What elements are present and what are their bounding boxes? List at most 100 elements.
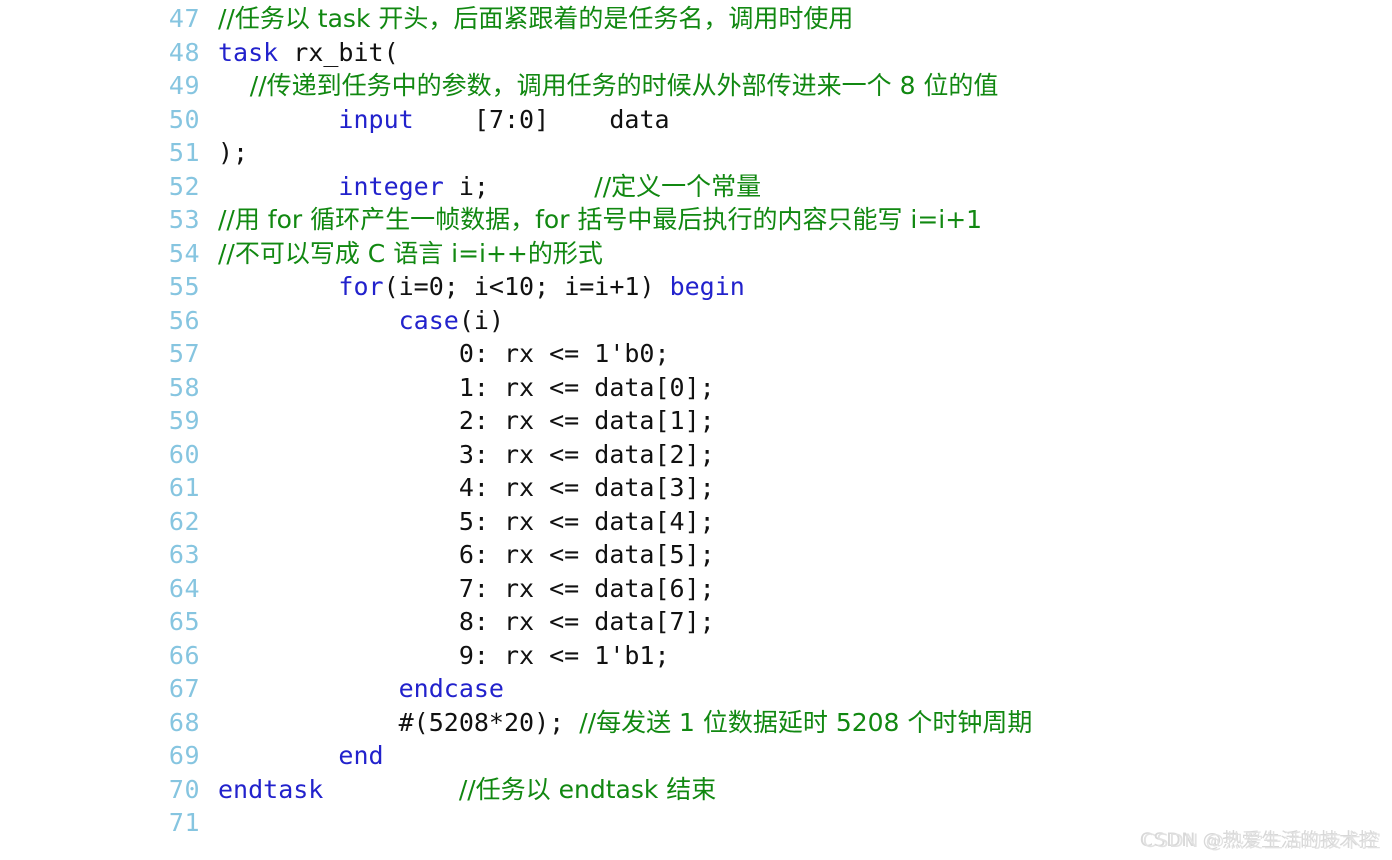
code-token-kw: input bbox=[338, 104, 414, 134]
code-token-plain: (i=0; i<10; i=i+1) bbox=[383, 272, 670, 301]
line-number: 68 bbox=[168, 707, 200, 737]
line-content[interactable]: end bbox=[210, 739, 1388, 773]
line-number: 52 bbox=[168, 171, 200, 201]
line-content[interactable]: endtask //任务以 endtask 结束 bbox=[210, 773, 1388, 807]
code-line[interactable]: 60 3: rx <= data[2]; bbox=[148, 438, 1388, 472]
line-content[interactable]: 1: rx <= data[0]; bbox=[210, 371, 1388, 405]
code-line[interactable]: 57 0: rx <= 1'b0; bbox=[148, 337, 1388, 371]
code-token-kw: for bbox=[338, 272, 384, 301]
code-token-kw: integer bbox=[338, 171, 444, 201]
code-token-cmt: //任务以 task 开头，后面紧跟着的是任务名，调用时使用 bbox=[218, 4, 854, 33]
line-content[interactable]: integer i; //定义一个常量 bbox=[210, 170, 1388, 204]
code-token-plain: 0: rx <= 1'b0; bbox=[218, 339, 670, 368]
code-line[interactable]: 55 for(i=0; i<10; i=i+1) begin bbox=[148, 270, 1388, 304]
code-line[interactable]: 54 //不可以写成 C 语言 i=i++的形式 bbox=[148, 237, 1388, 271]
line-number: 53 bbox=[168, 205, 200, 234]
line-number: 62 bbox=[168, 506, 200, 536]
code-line[interactable]: 70 endtask //任务以 endtask 结束 bbox=[148, 773, 1388, 807]
code-token-plain: 1: rx <= data[0]; bbox=[218, 372, 715, 402]
line-number: 61 bbox=[168, 473, 200, 502]
code-token-plain: ); bbox=[218, 138, 249, 167]
line-content[interactable]: 7: rx <= data[6]; bbox=[210, 572, 1388, 606]
line-number: 67 bbox=[168, 674, 200, 703]
code-line[interactable]: 56 case(i) bbox=[148, 304, 1388, 338]
code-token-plain: 5: rx <= data[4]; bbox=[218, 506, 715, 536]
line-content[interactable]: endcase bbox=[210, 672, 1388, 706]
code-token-cmt: //任务以 endtask 结束 bbox=[458, 774, 717, 804]
line-content[interactable]: task rx_bit( bbox=[210, 36, 1388, 70]
code-line[interactable]: 67 endcase bbox=[148, 672, 1388, 706]
line-content[interactable]: 8: rx <= data[7]; bbox=[210, 605, 1388, 639]
code-line[interactable]: 69 end bbox=[148, 739, 1388, 773]
code-token-plain: 4: rx <= data[3]; bbox=[218, 473, 715, 502]
line-content[interactable]: //传递到任务中的参数，调用任务的时候从外部传进来一个 8 位的值 bbox=[210, 69, 1388, 103]
code-token-kw: case bbox=[398, 305, 459, 335]
code-token-cmt: //传递到任务中的参数，调用任务的时候从外部传进来一个 8 位的值 bbox=[218, 71, 999, 100]
line-number: 66 bbox=[168, 640, 200, 670]
code-lines-container[interactable]: 47 //任务以 task 开头，后面紧跟着的是任务名，调用时使用 48 task r… bbox=[148, 2, 1388, 840]
line-number: 51 bbox=[168, 138, 200, 167]
code-line[interactable]: 51); bbox=[148, 136, 1388, 170]
line-number: 55 bbox=[168, 272, 200, 301]
line-content[interactable]: #(5208*20); //每发送 1 位数据延时 5208 个时钟周期 bbox=[210, 706, 1388, 740]
line-content[interactable]: 9: rx <= 1'b1; bbox=[210, 639, 1388, 673]
line-content[interactable]: 2: rx <= data[1]; bbox=[210, 404, 1388, 438]
line-content[interactable]: for(i=0; i<10; i=i+1) begin bbox=[210, 270, 1388, 304]
code-line[interactable]: 68 #(5208*20); //每发送 1 位数据延时 5208 个时钟周期 bbox=[148, 706, 1388, 740]
code-token-kw: begin bbox=[669, 272, 745, 301]
code-token-plain: rx_bit( bbox=[278, 37, 399, 67]
code-line[interactable]: 64 7: rx <= data[6]; bbox=[148, 572, 1388, 606]
line-number: 57 bbox=[168, 339, 200, 368]
code-line[interactable]: 58 1: rx <= data[0]; bbox=[148, 371, 1388, 405]
code-token-kw: end bbox=[338, 741, 384, 770]
code-line[interactable]: 50 input [7:0] data bbox=[148, 103, 1388, 137]
code-line[interactable]: 62 5: rx <= data[4]; bbox=[148, 505, 1388, 539]
code-token-plain: [7:0] data bbox=[413, 104, 670, 134]
code-token-plain: 6: rx <= data[5]; bbox=[218, 540, 715, 569]
line-content[interactable]: ); bbox=[210, 136, 1388, 170]
line-content[interactable]: //用 for 循环产生一帧数据，for 括号中最后执行的内容只能写 i=i+1 bbox=[210, 203, 1388, 237]
code-line[interactable]: 65 8: rx <= data[7]; bbox=[148, 605, 1388, 639]
code-token-plain: 8: rx <= data[7]; bbox=[218, 607, 715, 636]
line-number: 56 bbox=[168, 305, 200, 335]
code-line[interactable]: 47 //任务以 task 开头，后面紧跟着的是任务名，调用时使用 bbox=[148, 2, 1388, 36]
line-content[interactable]: input [7:0] data bbox=[210, 103, 1388, 137]
line-content[interactable]: 0: rx <= 1'b0; bbox=[210, 337, 1388, 371]
line-number: 58 bbox=[168, 372, 200, 402]
code-token-kw: endcase bbox=[398, 674, 504, 703]
code-token-cmt: //不可以写成 C 语言 i=i++的形式 bbox=[218, 238, 603, 268]
line-number: 64 bbox=[168, 573, 200, 603]
code-token-plain: 2: rx <= data[1]; bbox=[218, 406, 715, 435]
code-line[interactable]: 59 2: rx <= data[1]; bbox=[148, 404, 1388, 438]
code-line[interactable]: 66 9: rx <= 1'b1; bbox=[148, 639, 1388, 673]
line-number: 70 bbox=[168, 774, 200, 804]
line-content[interactable]: 4: rx <= data[3]; bbox=[210, 471, 1388, 505]
line-content[interactable]: //任务以 task 开头，后面紧跟着的是任务名，调用时使用 bbox=[210, 2, 1388, 36]
code-line[interactable]: 63 6: rx <= data[5]; bbox=[148, 538, 1388, 572]
code-token-plain: (i) bbox=[458, 305, 504, 335]
code-token-kw: task bbox=[218, 37, 279, 67]
line-number: 63 bbox=[168, 540, 200, 569]
line-content[interactable]: case(i) bbox=[210, 304, 1388, 338]
code-line[interactable]: 53 //用 for 循环产生一帧数据，for 括号中最后执行的内容只能写 i=i… bbox=[148, 203, 1388, 237]
line-content[interactable]: 5: rx <= data[4]; bbox=[210, 505, 1388, 539]
code-line[interactable]: 48 task rx_bit( bbox=[148, 36, 1388, 70]
line-number: 69 bbox=[168, 741, 200, 770]
code-token-kw: endtask bbox=[218, 774, 324, 804]
code-token-cmt: //定义一个常量 bbox=[594, 171, 762, 201]
line-content[interactable]: 6: rx <= data[5]; bbox=[210, 538, 1388, 572]
line-content[interactable]: //不可以写成 C 语言 i=i++的形式 bbox=[210, 237, 1388, 271]
code-token-plain: 7: rx <= data[6]; bbox=[218, 573, 715, 603]
code-line[interactable]: 52 integer i; //定义一个常量 bbox=[148, 170, 1388, 204]
line-content[interactable]: 3: rx <= data[2]; bbox=[210, 438, 1388, 472]
code-token-plain: i; bbox=[443, 171, 595, 201]
code-token-plain: 9: rx <= 1'b1; bbox=[218, 640, 670, 670]
code-line[interactable]: 61 4: rx <= data[3]; bbox=[148, 471, 1388, 505]
watermark-text-shadow: CSDN @热爱生活的技术控 bbox=[1142, 830, 1381, 852]
code-line[interactable]: 49 //传递到任务中的参数，调用任务的时候从外部传进来一个 8 位的值 bbox=[148, 69, 1388, 103]
